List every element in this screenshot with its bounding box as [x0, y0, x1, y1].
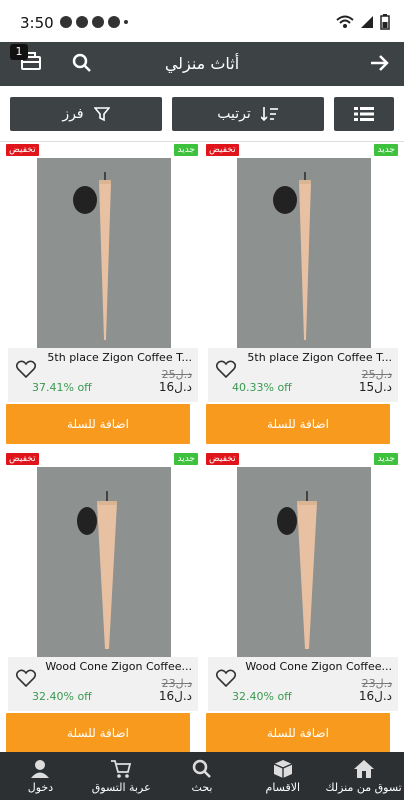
- page-title: أثاث منزلي: [164, 54, 240, 73]
- sort-label: ترتيب: [217, 106, 251, 122]
- favorite-button[interactable]: [15, 669, 37, 691]
- new-tag: جديد: [374, 453, 398, 465]
- wifi-icon: [336, 15, 354, 28]
- user-icon: [31, 759, 50, 778]
- cube-icon: [273, 759, 293, 778]
- add-to-cart-button[interactable]: اضافة للسلة: [206, 404, 390, 444]
- heart-icon: [15, 669, 37, 688]
- status-notification-icons: [60, 16, 128, 28]
- product-name: Wood Cone Zigon Coffee...: [245, 660, 392, 673]
- price: 16د.ل: [358, 689, 392, 703]
- nav-categories-label: الاقسام: [265, 780, 301, 794]
- status-bar: 3:50: [0, 0, 404, 42]
- back-button[interactable]: [368, 52, 390, 78]
- discount: 32.40% off: [32, 690, 92, 703]
- app-icon: [76, 16, 88, 28]
- favorite-button[interactable]: [215, 669, 237, 691]
- sale-tag: تخفيض: [6, 453, 39, 465]
- house-icon: [353, 759, 374, 778]
- product-name: Wood Cone Zigon Coffee...: [45, 660, 192, 673]
- table-leg-image: [37, 158, 171, 348]
- discount: 32.40% off: [232, 690, 292, 703]
- status-time: 3:50: [20, 14, 54, 32]
- new-tag: جديد: [174, 144, 198, 156]
- nav-home-label: تسوق من منزلك: [325, 780, 402, 794]
- product-card[interactable]: تخفيض جديد Wood Cone Zigon Coffee... 23د…: [2, 451, 202, 759]
- list-view-icon: [354, 107, 374, 121]
- b-icon: [92, 16, 104, 28]
- favorite-button[interactable]: [15, 360, 37, 382]
- nav-categories[interactable]: الاقسام: [242, 752, 323, 800]
- sale-tag: تخفيض: [206, 144, 239, 156]
- product-grid: تخفيض جديد 5th place Zigon Coffee T... 2…: [0, 142, 404, 759]
- cart-icon: [111, 759, 132, 778]
- product-image[interactable]: [237, 158, 371, 348]
- sale-tag: تخفيض: [206, 453, 239, 465]
- product-name: 5th place Zigon Coffee T...: [47, 351, 192, 364]
- battery-icon: [380, 14, 390, 30]
- cone-leg-image: [37, 467, 171, 657]
- status-system-icons: [336, 14, 390, 30]
- sale-tag: تخفيض: [6, 144, 39, 156]
- heart-icon: [15, 360, 37, 379]
- sort-button[interactable]: ترتيب: [172, 97, 324, 131]
- product-info: 5th place Zigon Coffee T... 25د.ل 16د.ل …: [8, 348, 198, 402]
- sort-icon: [260, 107, 278, 122]
- nav-search-label: بحث: [191, 780, 213, 794]
- search-icon: [192, 759, 211, 778]
- nav-cart[interactable]: عربة التسوق: [81, 752, 162, 800]
- nav-cart-label: عربة التسوق: [91, 780, 151, 794]
- add-to-cart-button[interactable]: اضافة للسلة: [6, 713, 190, 753]
- messenger-icon: [60, 16, 72, 28]
- favorite-button[interactable]: [215, 360, 237, 382]
- product-image[interactable]: [37, 467, 171, 657]
- product-name: 5th place Zigon Coffee T...: [247, 351, 392, 364]
- product-card[interactable]: تخفيض جديد Wood Cone Zigon Coffee... 23د…: [202, 451, 402, 759]
- product-image[interactable]: [37, 158, 171, 348]
- chat-icon: [108, 16, 120, 28]
- add-to-cart-button[interactable]: اضافة للسلة: [206, 713, 390, 753]
- price: 16د.ل: [158, 380, 192, 394]
- nav-login-label: دخول: [27, 780, 54, 794]
- filter-label: فرز: [62, 106, 84, 122]
- app-bar: 1 أثاث منزلي: [0, 42, 404, 86]
- bottom-nav: تسوق من منزلك الاقسام بحث عربة التسوق دخ…: [0, 752, 404, 800]
- signal-icon: [361, 16, 373, 28]
- table-leg-image: [237, 158, 371, 348]
- product-info: Wood Cone Zigon Coffee... 23د.ل 16د.ل 32…: [8, 657, 198, 711]
- filter-button[interactable]: فرز: [10, 97, 162, 131]
- price: 16د.ل: [158, 689, 192, 703]
- discount: 40.33% off: [232, 381, 292, 394]
- nav-search[interactable]: بحث: [162, 752, 243, 800]
- add-to-cart-button[interactable]: اضافة للسلة: [6, 404, 190, 444]
- product-image[interactable]: [237, 467, 371, 657]
- funnel-icon: [93, 107, 110, 122]
- product-info: 5th place Zigon Coffee T... 25د.ل 15د.ل …: [208, 348, 398, 402]
- dot-icon: [124, 20, 128, 24]
- heart-icon: [215, 669, 237, 688]
- product-card[interactable]: تخفيض جديد 5th place Zigon Coffee T... 2…: [2, 142, 202, 450]
- new-tag: جديد: [174, 453, 198, 465]
- arrow-right-icon: [371, 55, 389, 71]
- nav-login[interactable]: دخول: [0, 752, 81, 800]
- nav-home[interactable]: تسوق من منزلك: [323, 752, 404, 800]
- cone-leg-image: [237, 467, 371, 657]
- heart-icon: [215, 360, 237, 379]
- view-toggle-button[interactable]: [334, 97, 394, 131]
- discount: 37.41% off: [32, 381, 92, 394]
- price: 15د.ل: [358, 380, 392, 394]
- product-card[interactable]: تخفيض جديد 5th place Zigon Coffee T... 2…: [202, 142, 402, 450]
- product-info: Wood Cone Zigon Coffee... 23د.ل 16د.ل 32…: [208, 657, 398, 711]
- new-tag: جديد: [374, 144, 398, 156]
- filter-bar: فرز ترتيب: [0, 86, 404, 142]
